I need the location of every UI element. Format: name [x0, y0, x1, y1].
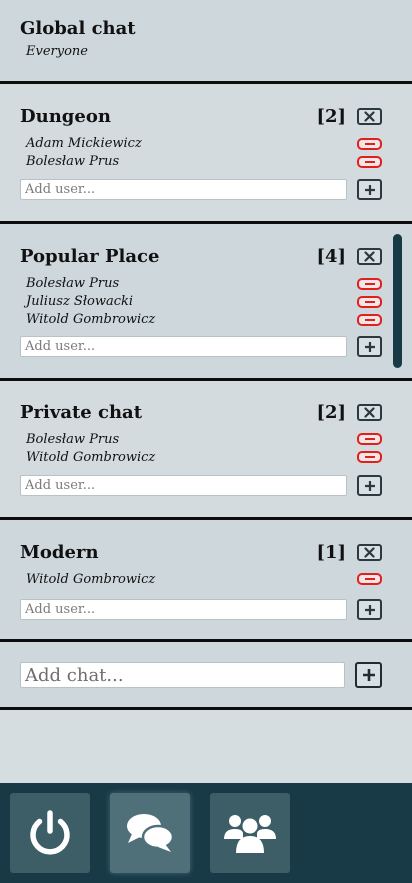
chat-title: Popular Place — [20, 246, 160, 267]
remove-member-button[interactable] — [357, 156, 382, 168]
remove-member-button[interactable] — [357, 433, 382, 445]
chat-list: Global chat Everyone Dungeon [2] Adam Mi… — [0, 0, 412, 783]
minus-icon — [364, 438, 375, 440]
member-count: [1] — [316, 542, 346, 563]
minus-icon — [364, 143, 375, 145]
plus-icon — [364, 604, 375, 615]
remove-member-button[interactable] — [357, 314, 382, 326]
chat-title: Global chat — [20, 18, 136, 39]
chats-nav-button[interactable] — [110, 793, 190, 873]
chat-subtitle: Everyone — [26, 44, 88, 59]
add-user-input[interactable] — [20, 179, 347, 200]
close-icon — [364, 407, 375, 418]
power-icon — [30, 810, 70, 855]
minus-icon — [364, 161, 375, 163]
plus-icon — [364, 480, 375, 491]
delete-chat-button[interactable] — [357, 544, 382, 561]
add-chat-button[interactable] — [355, 662, 382, 688]
users-icon — [224, 815, 276, 853]
chat-bubbles-icon — [127, 814, 175, 852]
add-user-button[interactable] — [357, 599, 382, 620]
member-name: Bolesław Prus — [26, 432, 120, 447]
minus-icon — [364, 456, 375, 458]
plus-icon — [364, 184, 375, 195]
divider — [0, 707, 412, 710]
member-name: Bolesław Prus — [26, 276, 120, 291]
minus-icon — [364, 301, 375, 303]
delete-chat-button[interactable] — [357, 108, 382, 125]
chat-card-dungeon: Dungeon [2] Adam Mickiewicz Bolesław Pru… — [0, 84, 412, 221]
scrollbar-thumb[interactable] — [393, 234, 402, 368]
member-count: [2] — [316, 402, 346, 423]
chat-title: Private chat — [20, 402, 143, 423]
close-icon — [364, 251, 375, 262]
remove-member-button[interactable] — [357, 296, 382, 308]
member-name: Witold Gombrowicz — [26, 312, 156, 327]
close-icon — [364, 547, 375, 558]
add-user-input[interactable] — [20, 599, 347, 620]
delete-chat-button[interactable] — [357, 404, 382, 421]
add-user-button[interactable] — [357, 475, 382, 496]
member-count: [2] — [316, 106, 346, 127]
add-user-input[interactable] — [20, 475, 347, 496]
delete-chat-button[interactable] — [357, 248, 382, 265]
users-nav-button[interactable] — [210, 793, 290, 873]
remove-member-button[interactable] — [357, 138, 382, 150]
add-user-button[interactable] — [357, 336, 382, 357]
chat-card-private-chat: Private chat [2] Bolesław Prus Witold Go… — [0, 381, 412, 517]
remove-member-button[interactable] — [357, 451, 382, 463]
minus-icon — [364, 319, 375, 321]
member-name: Juliusz Słowacki — [26, 294, 134, 309]
global-chat-card[interactable]: Global chat Everyone — [0, 0, 412, 81]
chat-card-popular-place: Popular Place [4] Bolesław Prus Juliusz … — [0, 224, 412, 378]
plus-icon — [362, 669, 375, 681]
remove-member-button[interactable] — [357, 278, 382, 290]
minus-icon — [364, 578, 375, 580]
add-chat-input[interactable] — [20, 662, 345, 688]
plus-icon — [364, 341, 375, 352]
bottom-nav — [0, 783, 412, 883]
power-button[interactable] — [10, 793, 90, 873]
close-icon — [364, 111, 375, 122]
member-count: [4] — [316, 246, 346, 267]
member-name: Adam Mickiewicz — [26, 136, 142, 151]
chat-title: Modern — [20, 542, 99, 563]
member-name: Witold Gombrowicz — [26, 450, 156, 465]
remove-member-button[interactable] — [357, 573, 382, 585]
add-user-button[interactable] — [357, 179, 382, 200]
member-name: Witold Gombrowicz — [26, 572, 156, 587]
add-user-input[interactable] — [20, 336, 347, 357]
minus-icon — [364, 283, 375, 285]
member-name: Bolesław Prus — [26, 154, 120, 169]
chat-card-modern: Modern [1] Witold Gombrowicz — [0, 520, 412, 639]
chat-title: Dungeon — [20, 106, 111, 127]
